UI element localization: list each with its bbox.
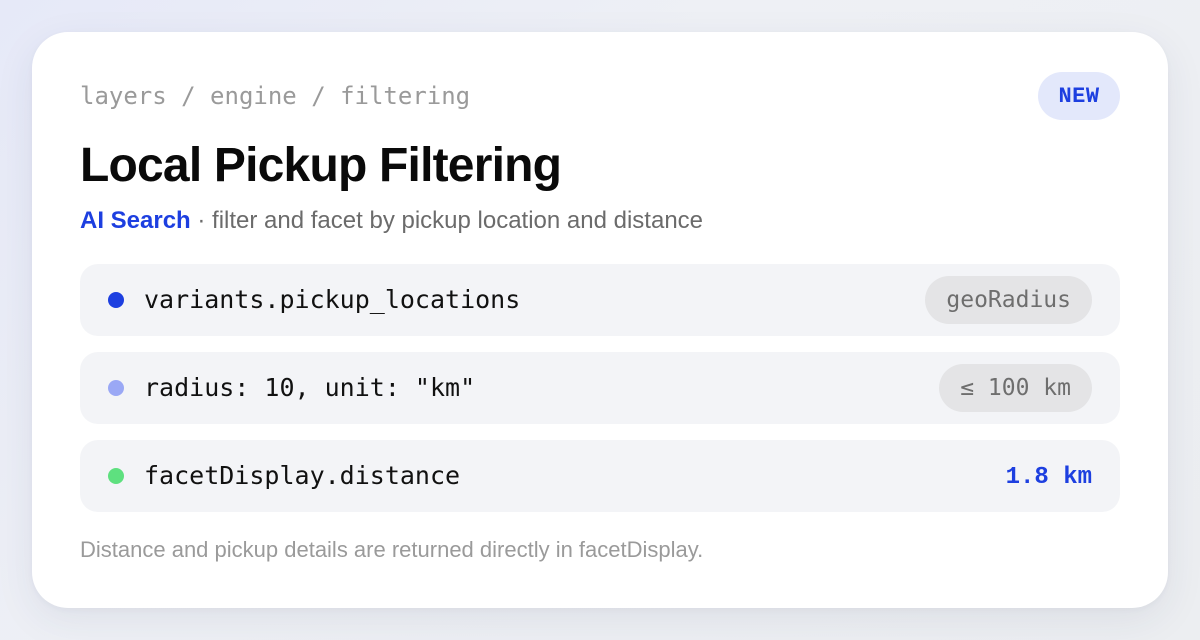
- subtitle: AI Search · filter and facet by pickup l…: [80, 206, 703, 236]
- page-title: Local Pickup Filtering: [80, 139, 562, 192]
- footer-note: Distance and pickup details are returned…: [80, 537, 704, 562]
- new-badge: NEW: [1038, 72, 1120, 120]
- row-tag: geoRadius: [925, 276, 1092, 324]
- config-row-facet-distance: facetDisplay.distance 1.8 km: [80, 440, 1120, 512]
- subtitle-separator: ·: [190, 207, 213, 234]
- status-dot-icon: [108, 380, 124, 396]
- row-code: variants.pickup_locations: [144, 285, 521, 314]
- brand-label: AI Search: [80, 207, 191, 234]
- row-code: radius: 10, unit: "km": [144, 373, 476, 402]
- config-row-radius: radius: 10, unit: "km" ≤ 100 km: [80, 352, 1120, 424]
- status-dot-icon: [108, 292, 124, 308]
- config-row-pickup-locations: variants.pickup_locations geoRadius: [80, 264, 1120, 336]
- row-code: facetDisplay.distance: [144, 461, 461, 490]
- subtitle-description: filter and facet by pickup location and …: [212, 207, 704, 234]
- row-tag: ≤ 100 km: [939, 364, 1092, 412]
- row-value: 1.8 km: [1005, 464, 1092, 491]
- feature-card: layers / engine / filtering NEW Local Pi…: [32, 32, 1168, 608]
- breadcrumb: layers / engine / filtering: [80, 82, 471, 110]
- status-dot-icon: [108, 468, 124, 484]
